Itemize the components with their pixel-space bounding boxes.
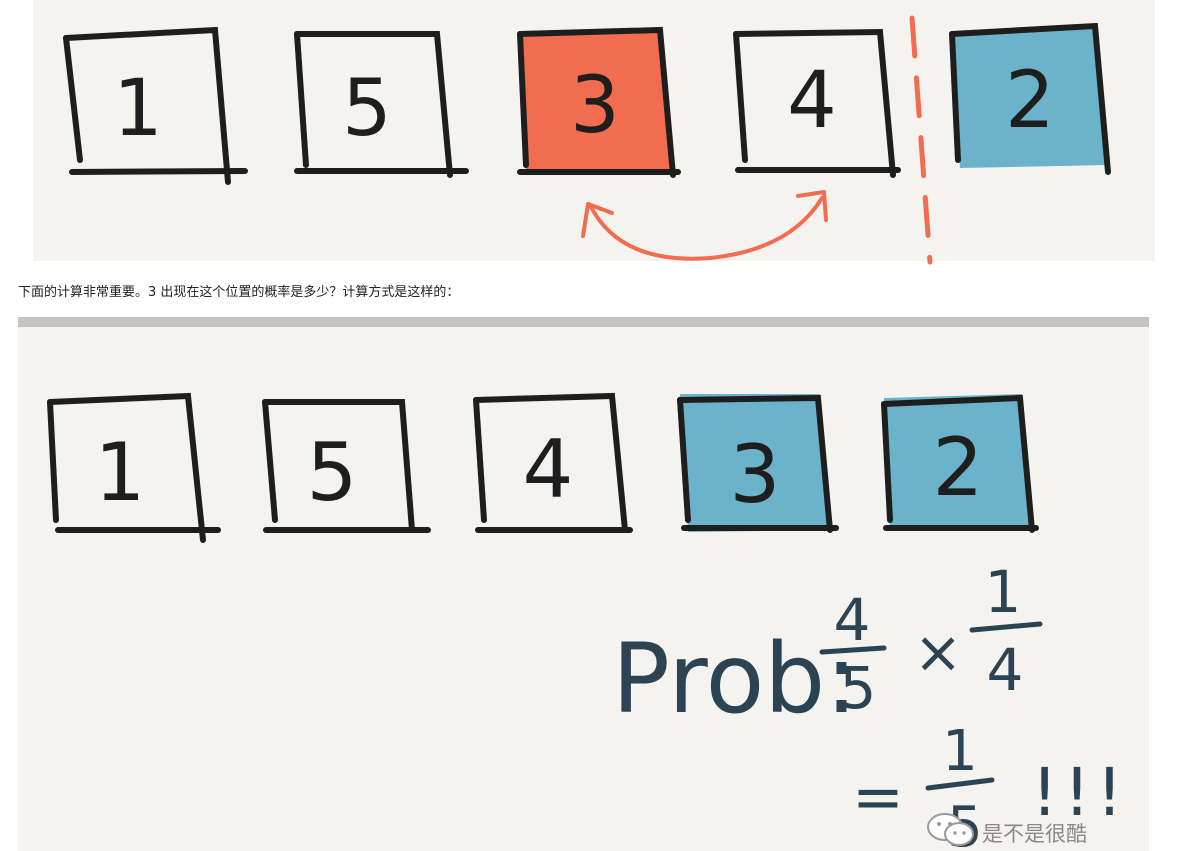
bottom-box-1: 1 (47, 392, 221, 543)
bottom-box-1-label: 1 (95, 426, 146, 519)
watermark-text: 是不是很酷 (982, 822, 1087, 846)
bottom-box-2-label: 5 (307, 426, 358, 519)
top-box-1-label: 1 (113, 64, 163, 154)
bottom-box-2: 5 (262, 399, 431, 533)
top-figure: 1 5 3 4 2 (63, 15, 1111, 265)
bottom-box-5: 2 (881, 394, 1039, 533)
fraction1-denominator: 5 (840, 654, 877, 722)
top-box-2: 5 (294, 31, 469, 178)
bottom-box-3-label: 4 (523, 423, 574, 516)
fraction2-numerator: 1 (985, 558, 1022, 626)
bottom-figure: 1 5 4 3 2 Prob: 4 5 × 1 4 = 1 !!! (47, 392, 1123, 851)
top-box-5-label: 2 (1005, 56, 1055, 146)
formula-prefix: Prob: (612, 623, 858, 735)
equals-sign: = (852, 760, 904, 833)
probability-formula: Prob: 4 5 × 1 4 = 1 5 !!! (612, 558, 1123, 851)
top-box-2-label: 5 (342, 64, 392, 154)
bottom-box-3: 4 (473, 392, 633, 533)
wechat-icon (927, 813, 974, 846)
fraction1-numerator: 4 (834, 586, 871, 654)
swap-arrow (581, 190, 828, 261)
result-numerator: 1 (942, 719, 978, 784)
top-box-3: 3 (517, 26, 681, 178)
times-sign: × (914, 618, 963, 686)
bottom-box-4-label: 3 (730, 428, 781, 521)
illustration-svg: 1 5 3 4 2 1 5 4 3 2 Prob: 4 5 × 1 4 = 1 … (47, 15, 1123, 851)
top-box-4-label: 4 (787, 56, 837, 146)
fraction2-denominator: 4 (987, 636, 1024, 704)
top-box-1: 1 (63, 26, 248, 185)
top-divider-line (909, 15, 933, 265)
bottom-box-4: 3 (677, 394, 839, 533)
top-box-4: 4 (733, 28, 901, 178)
top-box-3-label: 3 (570, 61, 620, 151)
top-box-5: 2 (949, 22, 1111, 175)
bottom-box-5-label: 2 (933, 421, 984, 514)
